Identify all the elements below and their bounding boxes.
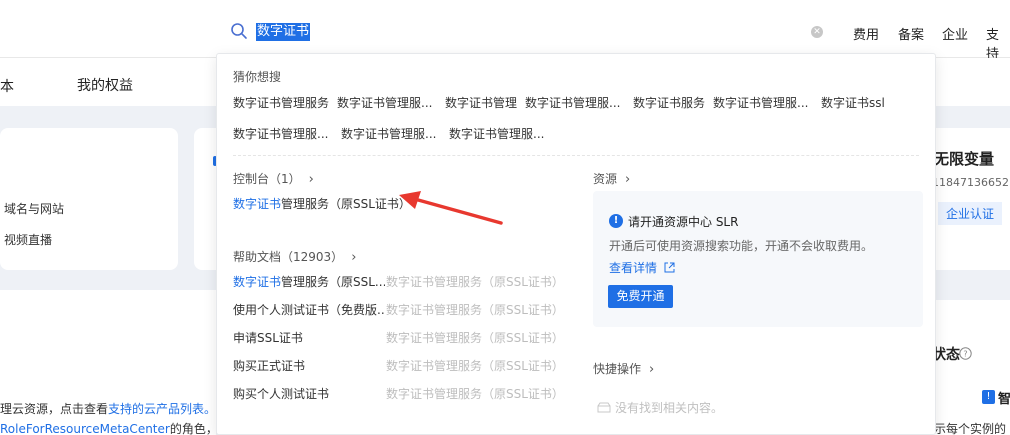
slr-description: 开通后可使用资源搜索功能，开通不会收取费用。	[609, 239, 874, 253]
free-activate-button[interactable]: 免费开通	[608, 285, 673, 308]
doc-result-highlight: 数字证书	[233, 275, 282, 289]
doc-result-source: 数字证书管理服务（原SSL证书）	[386, 387, 564, 401]
bg-status-partial: 状态	[932, 347, 960, 363]
doc-result-item[interactable]: 购买个人测试证书	[233, 385, 329, 402]
role-link[interactable]: RoleForResourceMetaCenter	[0, 422, 170, 435]
guess-item[interactable]: 数字证书管理服...	[337, 94, 432, 111]
guess-item[interactable]: 数字证书管理服...	[713, 94, 808, 111]
bg-video-live[interactable]: 视频直播	[4, 231, 52, 248]
bg-right-bottom: 示每个实例的	[934, 422, 1007, 435]
resource-slr-panel: ! 请开通资源中心 SLR 开通后可使用资源搜索功能，开通不会收取费用。 查看详…	[593, 191, 923, 327]
svg-text:?: ?	[963, 350, 967, 359]
doc-result-source: 数字证书管理服务（原SSL证书）	[386, 303, 564, 317]
resource-title-text: 资源	[593, 172, 618, 186]
console-title-text: 控制台（1）	[233, 172, 301, 186]
quick-ops-section-title[interactable]: 快捷操作 ›	[593, 360, 654, 377]
console-result-rest: 管理服务（原SSL证书）	[281, 197, 411, 211]
chevron-right-icon: ›	[649, 362, 655, 377]
top-header: 数字证书 ✕ 费用 备案 企业 支持	[0, 0, 1010, 62]
console-result-highlight: 数字证书	[233, 197, 282, 211]
view-details-text: 查看详情	[609, 261, 658, 275]
guess-item[interactable]: 数字证书管理	[445, 94, 517, 111]
search-suggestion-dropdown: 猜你想搜 数字证书管理服务 数字证书管理服... 数字证书管理 数字证书管理服.…	[216, 53, 936, 435]
guess-title: 猜你想搜	[233, 70, 282, 84]
quick-ops-title-text: 快捷操作	[593, 362, 642, 376]
subnav-item-partial[interactable]: 本	[0, 76, 14, 96]
close-circle-icon[interactable]: ✕	[811, 26, 823, 38]
guess-item[interactable]: 数字证书管理服务	[233, 94, 329, 111]
resource-section-title[interactable]: 资源 ›	[593, 170, 630, 187]
chevron-right-icon: ›	[308, 172, 314, 187]
bg-lower-left: 理云资源，点击查看支持的云产品列表。 RoleForResourceMetaCe…	[0, 290, 242, 435]
bg-unlimited: 无限变量	[934, 150, 995, 168]
nav-link-support[interactable]: 支持	[986, 24, 1010, 62]
guess-item[interactable]: 数字证书管理服...	[449, 125, 544, 142]
doc-result-source: 数字证书管理服务（原SSL证书）	[386, 331, 564, 345]
quick-ops-empty-text: 没有找到相关内容。	[615, 401, 724, 415]
doc-result-item[interactable]: 数字证书管理服务（原SSL...	[233, 273, 385, 290]
section-divider	[233, 155, 919, 156]
guess-item[interactable]: 数字证书ssl	[821, 94, 885, 111]
info-icon: !	[609, 214, 623, 228]
doc-result-source: 数字证书管理服务（原SSL证书）	[386, 359, 564, 373]
bg-smart-partial: 智	[998, 392, 1010, 407]
enterprise-auth-button[interactable]: 企业认证	[938, 202, 1003, 225]
nav-link-fees[interactable]: 费用	[853, 24, 879, 43]
console-result-item[interactable]: 数字证书管理服务（原SSL证书）	[233, 195, 411, 212]
bg-line1-text: 理云资源，点击查看	[0, 402, 109, 416]
bg-line2: RoleForResourceMetaCenter的角色，资源	[0, 420, 242, 435]
nav-link-icp[interactable]: 备案	[898, 24, 924, 43]
question-circle-icon[interactable]: ?	[959, 347, 972, 360]
view-details-link[interactable]: 查看详情	[609, 259, 675, 276]
search-box[interactable]: 数字证书 ✕	[218, 11, 836, 51]
bg-card-left: 域名与网站 视频直播	[0, 128, 178, 270]
doc-result-title: 管理服务（原SSL...	[281, 275, 385, 289]
guess-item[interactable]: 数字证书管理服...	[233, 125, 328, 142]
empty-box-icon	[597, 402, 611, 413]
docs-section-title[interactable]: 帮助文档（12903） ›	[233, 248, 356, 265]
guess-item[interactable]: 数字证书管理服...	[525, 94, 620, 111]
doc-result-source: 数字证书管理服务（原SSL证书）	[386, 275, 564, 289]
bg-info-badge: !	[982, 390, 995, 404]
supported-products-link[interactable]: 支持的云产品列表。	[108, 402, 216, 416]
doc-result-item[interactable]: 使用个人测试证书（免费版...	[233, 301, 385, 318]
slr-title: 请开通资源中心 SLR	[628, 215, 739, 229]
docs-title-text: 帮助文档（12903）	[233, 250, 344, 264]
subnav-item-benefits[interactable]: 我的权益	[77, 75, 133, 95]
search-icon	[231, 23, 247, 39]
quick-ops-empty: 没有找到相关内容。	[597, 399, 723, 416]
bg-account-id: 11847136652	[932, 176, 1009, 189]
external-link-icon	[664, 262, 675, 273]
red-arrow-annotation	[399, 191, 503, 225]
bg-line1: 理云资源，点击查看支持的云产品列表。	[0, 400, 216, 417]
bg-card-right: 无限变量 11847136652 企业认证	[928, 128, 1010, 270]
doc-result-item[interactable]: 购买正式证书	[233, 357, 305, 374]
console-section-title[interactable]: 控制台（1） ›	[233, 170, 314, 187]
doc-result-item[interactable]: 申请SSL证书	[233, 329, 303, 346]
search-input[interactable]: 数字证书	[256, 23, 311, 41]
nav-link-enterprise[interactable]: 企业	[942, 24, 968, 43]
chevron-right-icon: ›	[625, 172, 631, 187]
bg-domain-site[interactable]: 域名与网站	[4, 200, 64, 217]
bg-card-right-lower: 状态 ? ! 智 示每个实例的	[928, 300, 1010, 435]
guess-item[interactable]: 数字证书管理服...	[341, 125, 436, 142]
guess-item[interactable]: 数字证书服务	[633, 94, 705, 111]
chevron-right-icon: ›	[351, 250, 357, 265]
